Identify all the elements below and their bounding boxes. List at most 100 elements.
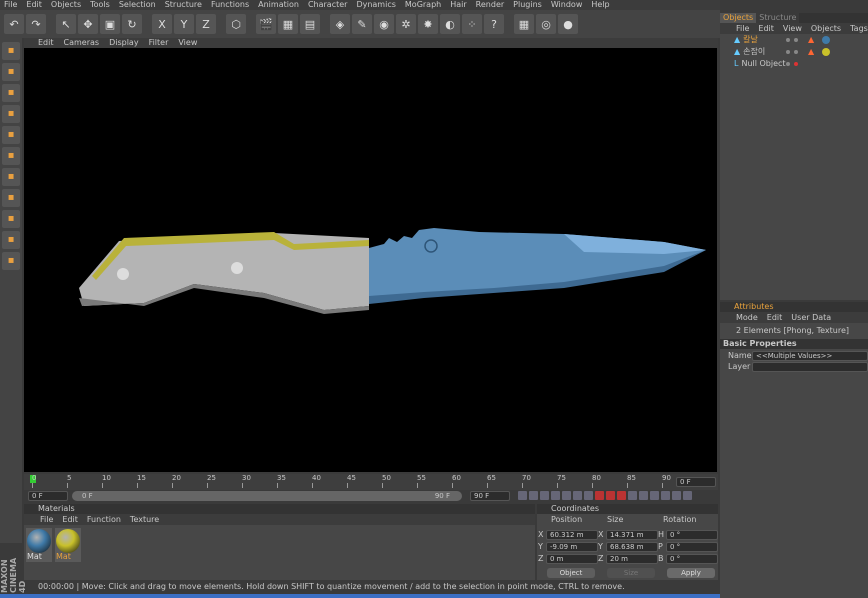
- size-z-field[interactable]: 20 m: [606, 554, 658, 564]
- phong-tag-icon[interactable]: ▲: [808, 46, 814, 58]
- size-x-field[interactable]: 14.371 m: [606, 530, 658, 540]
- start-frame-field[interactable]: 0 F: [28, 491, 68, 501]
- viewport-menu-display[interactable]: Display: [109, 38, 139, 48]
- coordinate-system-icon[interactable]: ⬡: [226, 14, 246, 34]
- object-row[interactable]: ▲ 손잡이 ▲: [720, 46, 868, 58]
- materials-menu-function[interactable]: Function: [87, 514, 121, 525]
- transport-prev-key-icon[interactable]: [529, 491, 538, 500]
- menu-plugins[interactable]: Plugins: [513, 0, 542, 10]
- render-picture-viewer-icon[interactable]: ▦: [278, 14, 298, 34]
- menu-animation[interactable]: Animation: [258, 0, 299, 10]
- objects-menu-edit[interactable]: Edit: [758, 23, 774, 34]
- size-mode-dropdown[interactable]: Size: [607, 568, 655, 578]
- rotation-x-field[interactable]: 0 °: [666, 530, 718, 540]
- tab-structure[interactable]: Structure: [756, 13, 800, 23]
- attributes-menu-mode[interactable]: Mode: [736, 312, 758, 323]
- z-axis-icon[interactable]: Z: [196, 14, 216, 34]
- scale-icon[interactable]: ▣: [100, 14, 120, 34]
- end-frame-field[interactable]: 90 F: [470, 491, 510, 501]
- polygons-icon[interactable]: ▪: [2, 126, 20, 144]
- points-icon[interactable]: ▪: [2, 84, 20, 102]
- nurbs-icon[interactable]: ◉: [374, 14, 394, 34]
- coordinate-mode-dropdown[interactable]: Object: [547, 568, 595, 578]
- transport-keyframe-icon[interactable]: [617, 491, 626, 500]
- viewport-menu-cameras[interactable]: Cameras: [64, 38, 100, 48]
- viewport[interactable]: [24, 48, 717, 472]
- rotation-y-field[interactable]: 0 °: [666, 542, 718, 552]
- menu-help[interactable]: Help: [591, 0, 609, 10]
- menu-window[interactable]: Window: [551, 0, 583, 10]
- deformer-icon[interactable]: ✸: [418, 14, 438, 34]
- rotation-z-field[interactable]: 0 °: [666, 554, 718, 564]
- menu-edit[interactable]: Edit: [26, 0, 42, 10]
- render-settings-icon[interactable]: ▤: [300, 14, 320, 34]
- frame-range-slider[interactable]: 0 F 90 F: [72, 491, 462, 501]
- y-axis-icon[interactable]: Y: [174, 14, 194, 34]
- transport-timeline-icon[interactable]: [683, 491, 692, 500]
- object-row[interactable]: ▲ 칼날 ▲: [720, 34, 868, 46]
- transport-scale-icon[interactable]: [639, 491, 648, 500]
- transport-prev-icon[interactable]: [540, 491, 549, 500]
- transport-pos-icon[interactable]: [628, 491, 637, 500]
- transport-next-key-icon[interactable]: [573, 491, 582, 500]
- menu-functions[interactable]: Functions: [211, 0, 249, 10]
- axis-icon[interactable]: ▪: [2, 168, 20, 186]
- phong-tag-icon[interactable]: ▲: [808, 34, 814, 46]
- viewport-menu-view[interactable]: View: [178, 38, 197, 48]
- render-view-icon[interactable]: 🎬: [256, 14, 276, 34]
- rotate-icon[interactable]: ↻: [122, 14, 142, 34]
- menu-file[interactable]: File: [4, 0, 17, 10]
- menu-selection[interactable]: Selection: [119, 0, 156, 10]
- current-frame-field[interactable]: 0 F: [676, 477, 716, 487]
- move-icon[interactable]: ✥: [78, 14, 98, 34]
- menu-tools[interactable]: Tools: [90, 0, 110, 10]
- transport-last-icon[interactable]: [584, 491, 593, 500]
- render-dot[interactable]: [794, 50, 798, 54]
- render-dot[interactable]: [794, 62, 798, 66]
- render-dot[interactable]: [794, 38, 798, 42]
- transport-record-icon[interactable]: [595, 491, 604, 500]
- materials-menu-file[interactable]: File: [40, 514, 53, 525]
- x-axis-icon[interactable]: X: [152, 14, 172, 34]
- live-select-icon[interactable]: ↖: [56, 14, 76, 34]
- visibility-dot[interactable]: [786, 62, 790, 66]
- menu-dynamics[interactable]: Dynamics: [356, 0, 395, 10]
- menu-structure[interactable]: Structure: [165, 0, 202, 10]
- objects-menu-tags[interactable]: Tags: [850, 23, 868, 34]
- tab-objects[interactable]: Objects: [720, 13, 757, 23]
- spline-icon[interactable]: ✎: [352, 14, 372, 34]
- transport-first-icon[interactable]: [518, 491, 527, 500]
- texture-icon[interactable]: ▪: [2, 147, 20, 165]
- object-mode-icon[interactable]: ▪: [2, 63, 20, 81]
- transport-param-icon[interactable]: [661, 491, 670, 500]
- menu-render[interactable]: Render: [476, 0, 504, 10]
- timeline-ruler[interactable]: 0 5 10 15 20 25 30 35 40 45 50 55 60 65 70 75 80 85 90 0 F: [24, 474, 718, 490]
- timeline-icon[interactable]: ◎: [536, 14, 556, 34]
- transport-play-icon[interactable]: [551, 491, 560, 500]
- menu-objects[interactable]: Objects: [51, 0, 81, 10]
- attributes-menu-user-data[interactable]: User Data: [791, 312, 831, 323]
- texture-tag-icon[interactable]: [822, 36, 830, 44]
- size-y-field[interactable]: 68.638 m: [606, 542, 658, 552]
- apply-button[interactable]: Apply: [667, 568, 715, 578]
- snap-icon[interactable]: ▪: [2, 210, 20, 228]
- position-z-field[interactable]: 0 m: [546, 554, 598, 564]
- particle-icon[interactable]: ⁘: [462, 14, 482, 34]
- objects-menu-objects[interactable]: Objects: [811, 23, 841, 34]
- visibility-dot[interactable]: [786, 38, 790, 42]
- viewport-menu-edit[interactable]: Edit: [38, 38, 54, 48]
- cube-icon[interactable]: ◈: [330, 14, 350, 34]
- transport-rot-icon[interactable]: [650, 491, 659, 500]
- objects-menu-file[interactable]: File: [736, 23, 749, 34]
- object-row[interactable]: L Null Object: [720, 58, 868, 70]
- model-icon[interactable]: ▪: [2, 42, 20, 60]
- material-swatch[interactable]: Mat: [26, 528, 52, 562]
- workplane-icon[interactable]: ▪: [2, 189, 20, 207]
- attributes-menu-edit[interactable]: Edit: [767, 312, 783, 323]
- materials-menu-edit[interactable]: Edit: [62, 514, 78, 525]
- sculpt-icon[interactable]: ▪: [2, 252, 20, 270]
- position-x-field[interactable]: 60.312 m: [546, 530, 598, 540]
- transport-pla-icon[interactable]: [672, 491, 681, 500]
- record-icon[interactable]: ●: [558, 14, 578, 34]
- object-name[interactable]: 손잡이: [743, 47, 765, 56]
